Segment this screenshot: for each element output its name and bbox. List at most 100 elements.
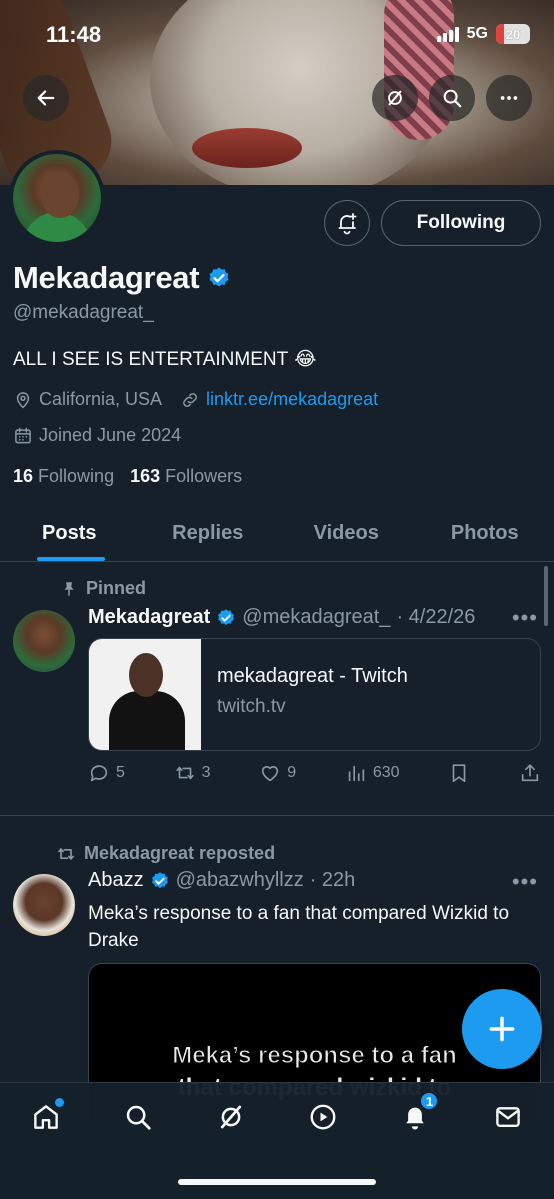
link-card-thumbnail (89, 639, 201, 750)
profile-handle: @mekadagreat_ (13, 302, 154, 323)
post-actions: 5 3 9 630 (88, 762, 541, 784)
verified-badge-icon (218, 608, 235, 625)
profile-name-row: Mekadagreat (13, 260, 231, 296)
nav-grok[interactable] (211, 1097, 251, 1137)
repost-context: Mekadagreat reposted (56, 843, 275, 864)
play-circle-icon (310, 1104, 336, 1130)
views-button[interactable]: 630 (345, 762, 400, 784)
link-card-title: mekadagreat - Twitch (217, 665, 408, 687)
search-icon (127, 1105, 152, 1130)
views-chart-icon (348, 765, 364, 782)
tab-videos[interactable]: Videos (277, 505, 416, 561)
followers-label: Followers (165, 466, 243, 486)
view-count: 630 (372, 764, 400, 781)
post-author-handle: @mekadagreat_ (242, 606, 391, 628)
search-button[interactable] (429, 75, 475, 121)
bookmark-button[interactable] (448, 762, 470, 784)
profile-name: Mekadagreat (13, 260, 200, 295)
link-icon (183, 392, 197, 407)
plus-icon (489, 1016, 515, 1042)
more-options-button[interactable] (486, 75, 532, 121)
bookmark-icon (452, 764, 466, 783)
pin-icon (64, 581, 74, 596)
reply-button[interactable]: 5 (88, 762, 125, 784)
link-card-domain: twitch.tv (217, 696, 286, 717)
network-type: 5G (466, 25, 488, 42)
home-indicator (178, 1179, 376, 1185)
profile-avatar[interactable] (9, 150, 105, 246)
post-author-avatar[interactable] (13, 874, 75, 936)
envelope-icon (495, 1107, 520, 1127)
grok-icon (220, 1105, 241, 1129)
nav-notifications[interactable]: 1 (395, 1091, 440, 1137)
post-header: Mekadagreat @mekadagreat_ · 4/22/26 (88, 606, 475, 629)
following-label: Following (38, 466, 115, 486)
like-count: 9 (287, 764, 297, 781)
following-button[interactable]: Following (381, 200, 541, 246)
post-more-button[interactable]: ••• (512, 869, 538, 895)
post-header: Abazz @abazwhyllzz · 22h (88, 869, 355, 892)
post-text: Meka’s response to a fan that compared W… (88, 903, 510, 951)
following-count: 16 (13, 466, 34, 486)
post-author-name[interactable]: Abazz (88, 869, 144, 892)
search-icon (443, 89, 462, 108)
grok-button[interactable] (372, 75, 418, 121)
arrow-left-icon (37, 90, 55, 106)
notifications-subscribe-button[interactable] (324, 200, 370, 246)
like-button[interactable]: 9 (259, 762, 296, 784)
following-count-link[interactable]: 16 Following (13, 466, 114, 487)
verified-badge-icon[interactable] (207, 266, 231, 290)
scrollbar[interactable] (544, 566, 548, 626)
repost-button[interactable]: 3 (174, 762, 211, 784)
followers-count: 163 (130, 466, 161, 486)
share-icon (521, 764, 539, 782)
repost-icon (175, 766, 194, 780)
location-pin-icon (16, 391, 30, 409)
profile-link[interactable]: linktr.ee/mekadagreat (206, 389, 378, 410)
repost-icon (58, 847, 74, 860)
signal-icon (436, 26, 459, 42)
follow-counts: 16 Following 163 Followers (13, 466, 242, 487)
reply-icon (90, 765, 108, 782)
bio-text: ALL I SEE IS ENTERTAINMENT (13, 348, 289, 370)
profile-tabs: Posts Replies Videos Photos (0, 505, 554, 562)
nav-messages[interactable] (488, 1097, 528, 1137)
post-date: · 22h (309, 869, 356, 891)
status-indicators: 5G 20 (436, 24, 530, 44)
bell-plus-icon (338, 213, 357, 235)
home-unread-dot (55, 1098, 65, 1107)
joined-date: Joined June 2024 (39, 425, 182, 445)
post-divider (0, 815, 554, 816)
laughing-emoji-icon: 😂 (294, 349, 317, 370)
nav-search[interactable] (118, 1097, 158, 1137)
repost-context-text: Mekadagreat reposted (84, 843, 276, 863)
compose-post-button[interactable] (462, 989, 542, 1069)
share-button[interactable] (519, 762, 541, 784)
reply-count: 5 (116, 764, 125, 781)
grok-icon (388, 90, 402, 106)
repost-count: 3 (201, 764, 211, 781)
heart-icon (262, 766, 279, 782)
post-author-handle: @abazwhyllzz (175, 869, 304, 891)
back-button[interactable] (23, 75, 69, 121)
tab-posts[interactable]: Posts (0, 505, 139, 561)
profile-joined: Joined June 2024 (13, 425, 181, 446)
profile-location: California, USA (39, 389, 163, 409)
nav-video[interactable] (303, 1097, 343, 1137)
tab-replies[interactable]: Replies (139, 505, 278, 561)
calendar-icon (15, 427, 31, 443)
post-date: · 4/22/26 (396, 606, 476, 628)
battery-icon: 20 (496, 24, 530, 44)
notifications-badge: 1 (419, 1091, 440, 1111)
nav-home[interactable] (26, 1097, 66, 1137)
link-card[interactable]: mekadagreat - Twitch twitch.tv (88, 638, 541, 751)
post-author-avatar[interactable] (13, 610, 75, 672)
status-time: 11:48 (46, 22, 102, 47)
pinned-text: Pinned (86, 578, 147, 598)
pinned-label: Pinned (60, 578, 146, 599)
tab-photos[interactable]: Photos (416, 505, 554, 561)
followers-count-link[interactable]: 163 Followers (130, 466, 242, 487)
post-author-name[interactable]: Mekadagreat (88, 606, 210, 629)
banner-mouth (192, 128, 302, 168)
post-more-button[interactable]: ••• (512, 605, 538, 631)
